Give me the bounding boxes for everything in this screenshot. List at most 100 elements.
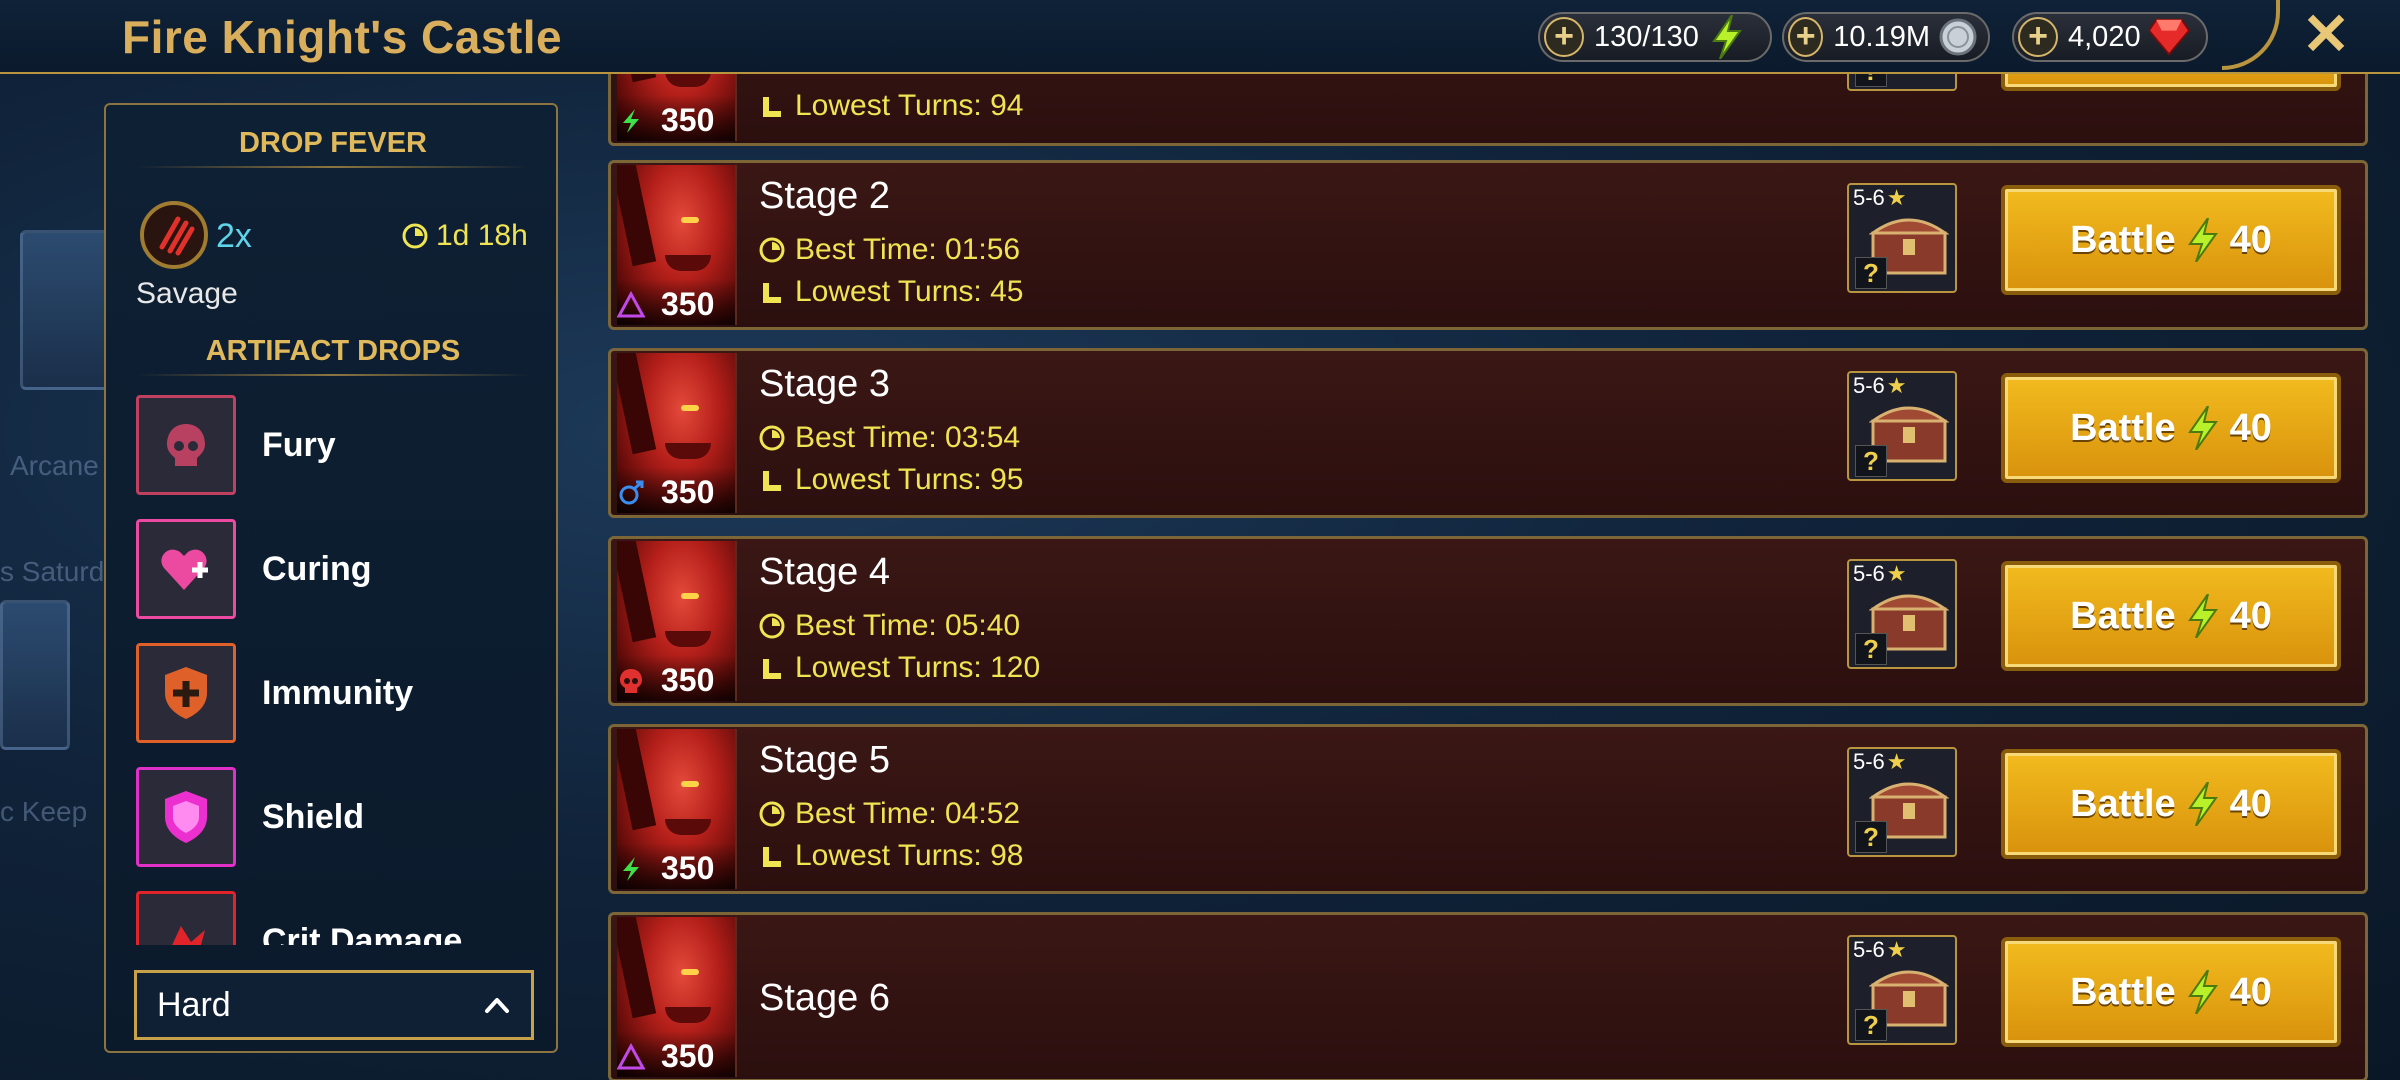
reward-tier: 5-6 ★ (1853, 185, 1907, 211)
stage-name: Stage 5 (759, 739, 890, 781)
enemy-power: 350 (661, 474, 715, 510)
stage-name: Stage 6 (759, 977, 890, 1019)
reward-chest[interactable]: 5-6 ★ ? (1847, 935, 1957, 1045)
force-affinity-icon (623, 857, 639, 881)
reward-chest[interactable]: ? (1847, 74, 1957, 91)
stage-name: Stage 4 (759, 551, 890, 593)
close-button[interactable]: ✕ (2296, 6, 2356, 66)
background-label: s Saturd (0, 556, 105, 587)
best-time-text: Best Time: 01:56 (795, 233, 1021, 266)
background-label: c Keep (0, 796, 88, 827)
shield-icon (136, 767, 236, 867)
clock-icon (759, 801, 785, 827)
lowest-turns: Lowest Turns: 45 (759, 275, 1023, 309)
battle-label: Battle (2070, 594, 2176, 637)
stage-name: Stage 3 (759, 363, 890, 405)
artifact-item-shield[interactable]: Shield (136, 767, 536, 867)
drop-info-panel: DROP FEVER 2x 1d 18h Savage ARTIFACT DRO… (104, 103, 558, 1053)
add-energy-button[interactable]: + (1544, 17, 1584, 57)
turns-icon (763, 471, 781, 491)
clock-icon (759, 237, 785, 263)
turns-icon (763, 659, 781, 679)
void-affinity-icon (617, 1043, 645, 1070)
reward-tier: 5-6 ★ (1853, 561, 1907, 587)
energy-icon (2187, 218, 2218, 262)
lowest-turns-text: Lowest Turns: 98 (795, 839, 1024, 872)
force-affinity-icon (623, 109, 639, 133)
battle-button[interactable]: Battle 40 (2001, 373, 2341, 483)
artifact-name: Fury (262, 425, 336, 464)
stage-row: 350 Stage 4 Best Time: 05:40 Lowest Turn… (608, 536, 2368, 706)
artifact-item-fury[interactable]: Fury (136, 395, 536, 495)
battle-cost: 40 (2229, 970, 2272, 1013)
difficulty-select[interactable]: Hard (134, 970, 534, 1040)
crit-damage-icon (136, 891, 236, 945)
reward-tier-text: 5-6 (1853, 185, 1885, 210)
clock-icon (759, 425, 785, 451)
battle-label: Battle (2070, 406, 2176, 449)
battle-cost: 40 (2229, 782, 2272, 825)
energy-icon (2187, 782, 2218, 826)
stage-row: 350 Stage 2 Best Time: 01:56 Lowest Turn… (608, 160, 2368, 330)
lowest-turns: Lowest Turns: 94 (759, 89, 1023, 123)
stage-row: 350 Lowest Turns: 94 ? (608, 74, 2368, 146)
battle-button[interactable]: Battle 40 (2001, 749, 2341, 859)
void-affinity-icon (617, 291, 645, 318)
reward-tier: 5-6 ★ (1853, 937, 1907, 963)
lowest-turns-text: Lowest Turns: 94 (795, 89, 1024, 122)
stage-row: 350 Stage 6 5-6 ★ ? Battle 40 (608, 912, 2368, 1080)
reward-chest[interactable]: 5-6 ★ ? (1847, 183, 1957, 293)
battle-button[interactable]: Battle 40 (2001, 937, 2341, 1047)
lowest-turns-text: Lowest Turns: 95 (795, 463, 1024, 496)
reward-chest[interactable]: 5-6 ★ ? (1847, 747, 1957, 857)
battle-label: Battle (2070, 218, 2176, 261)
stage-list[interactable]: 350 Lowest Turns: 94 ? 350 Stage 2 Best … (600, 74, 2370, 1080)
energy-icon (2187, 594, 2218, 638)
artifact-drops-heading: ARTIFACT DROPS (136, 335, 530, 376)
battle-button[interactable]: Battle 40 (2001, 561, 2341, 671)
energy-icon (2187, 406, 2218, 450)
reward-tier-text: 5-6 (1853, 561, 1885, 586)
artifact-name: Immunity (262, 673, 414, 712)
fever-timer: 1d 18h (402, 219, 528, 253)
energy-value: 130/130 (1594, 20, 1699, 53)
reward-chest[interactable]: 5-6 ★ ? (1847, 559, 1957, 669)
background-portrait (0, 600, 70, 750)
page-title: Fire Knight's Castle (122, 11, 563, 63)
add-gems-button[interactable]: + (2018, 17, 2058, 57)
turns-icon (763, 97, 781, 117)
artifact-list[interactable]: Fury Curing Immunity Shield Crit Damage (136, 395, 536, 945)
drop-multiplier: 2x (216, 217, 252, 255)
lowest-turns-text: Lowest Turns: 45 (795, 275, 1024, 308)
reward-chest[interactable]: 5-6 ★ ? (1847, 371, 1957, 481)
battle-button[interactable] (2001, 74, 2341, 91)
artifact-item-curing[interactable]: Curing (136, 519, 536, 619)
stage-row: 350 Stage 5 Best Time: 04:52 Lowest Turn… (608, 724, 2368, 894)
best-time: Best Time: 01:56 (759, 233, 1020, 267)
background-label: Arcane (10, 450, 99, 481)
clock-icon (402, 223, 428, 249)
battle-label: Battle (2070, 970, 2176, 1013)
add-silver-button[interactable]: + (1788, 17, 1824, 57)
unknown-reward-icon: ? (1855, 1009, 1887, 1041)
magic-affinity-icon (619, 480, 644, 505)
gem-counter: + 4,020 (2012, 12, 2208, 62)
energy-icon (1707, 15, 1747, 59)
artifact-item-immunity[interactable]: Immunity (136, 643, 536, 743)
unknown-reward-icon: ? (1855, 633, 1887, 665)
battle-cost: 40 (2229, 218, 2272, 261)
silver-counter: + 10.19M (1782, 12, 1990, 62)
star-icon: ★ (1886, 373, 1907, 398)
stage-name: Stage 2 (759, 175, 890, 217)
fever-timer-text: 1d 18h (436, 219, 528, 252)
battle-button[interactable]: Battle 40 (2001, 185, 2341, 295)
artifact-name: Crit Damage (262, 921, 463, 946)
set-name: Savage (136, 277, 238, 310)
corner-ornament (2222, 0, 2280, 70)
artifact-name: Shield (262, 797, 365, 836)
enemy-power: 350 (661, 850, 715, 886)
best-time: Best Time: 04:52 (759, 797, 1020, 831)
unknown-reward-icon: ? (1855, 445, 1887, 477)
drop-fever-heading: DROP FEVER (136, 127, 530, 168)
artifact-item-crit-damage[interactable]: Crit Damage (136, 891, 536, 945)
